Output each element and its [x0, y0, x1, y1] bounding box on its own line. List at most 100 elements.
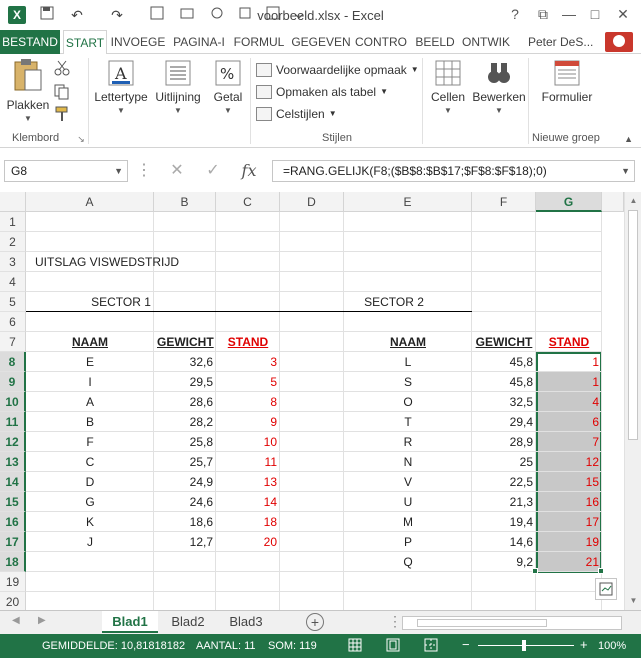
- row-header-16[interactable]: 16: [0, 512, 26, 532]
- row-header-11[interactable]: 11: [0, 412, 26, 432]
- name-box[interactable]: G8 ▼: [4, 160, 128, 182]
- vertical-scrollbar[interactable]: ▲ ▼: [624, 192, 641, 610]
- cell-stand[interactable]: 1: [536, 372, 602, 392]
- cut-icon[interactable]: [54, 60, 70, 79]
- cell-naam[interactable]: Q: [344, 552, 472, 572]
- cell-naam[interactable]: F: [26, 432, 154, 452]
- minimize-icon[interactable]: —: [558, 4, 580, 24]
- page-break-view-icon[interactable]: [424, 638, 438, 655]
- cell-stand[interactable]: 12: [536, 452, 602, 472]
- cell-gewicht[interactable]: 28,2: [154, 412, 216, 432]
- formula-input[interactable]: =RANG.GELIJK(F8;($B$8:$B$17;$F$8:$F$18);…: [272, 160, 635, 182]
- cell-naam[interactable]: T: [344, 412, 472, 432]
- number-button[interactable]: % Getal ▼: [208, 60, 248, 115]
- cell-stand[interactable]: 14: [216, 492, 280, 512]
- tab-page-layout[interactable]: PAGINA-I: [169, 30, 229, 54]
- column-header-b[interactable]: B: [154, 192, 216, 212]
- row-header-9[interactable]: 9: [0, 372, 26, 392]
- cell-gewicht[interactable]: 28,9: [472, 432, 536, 452]
- cell-gewicht[interactable]: 45,8: [472, 352, 536, 372]
- sheet-prev-icon[interactable]: ◀: [12, 615, 20, 626]
- scroll-up-icon[interactable]: ▲: [625, 196, 641, 205]
- column-header-d[interactable]: D: [280, 192, 344, 212]
- cell-stand[interactable]: 17: [536, 512, 602, 532]
- row-header-4[interactable]: 4: [0, 272, 26, 292]
- zoom-out-button[interactable]: −: [462, 637, 470, 652]
- cell-gewicht[interactable]: 25: [472, 452, 536, 472]
- tab-view[interactable]: BEELD: [413, 30, 457, 54]
- cell-stand[interactable]: 10: [216, 432, 280, 452]
- cell-naam[interactable]: S: [344, 372, 472, 392]
- cell-gewicht[interactable]: 14,6: [472, 532, 536, 552]
- fill-handle[interactable]: [532, 568, 538, 574]
- cell-naam[interactable]: O: [344, 392, 472, 412]
- sheet-next-icon[interactable]: ▶: [38, 615, 46, 626]
- zoom-slider-knob[interactable]: [522, 640, 526, 651]
- cell-gewicht[interactable]: 25,7: [154, 452, 216, 472]
- cell-stand[interactable]: 1: [536, 352, 602, 372]
- cell-gewicht[interactable]: 18,6: [154, 512, 216, 532]
- cell-naam[interactable]: V: [344, 472, 472, 492]
- tab-review[interactable]: CONTRO: [353, 30, 409, 54]
- chevron-down-icon[interactable]: ▼: [114, 161, 123, 181]
- cell-stand[interactable]: 19: [536, 532, 602, 552]
- page-layout-view-icon[interactable]: [386, 638, 400, 655]
- cancel-formula-button[interactable]: ✕: [164, 160, 190, 182]
- cell-gewicht[interactable]: 21,3: [472, 492, 536, 512]
- select-all-button[interactable]: [0, 192, 26, 212]
- cell-gewicht[interactable]: 24,9: [154, 472, 216, 492]
- cell-naam[interactable]: U: [344, 492, 472, 512]
- tab-split-icon[interactable]: ⋮: [388, 613, 402, 630]
- enter-formula-button[interactable]: ✓: [200, 160, 226, 182]
- editing-button[interactable]: Bewerken ▼: [472, 60, 526, 115]
- cell-stand[interactable]: 5: [216, 372, 280, 392]
- paste-button[interactable]: Plakken ▼: [6, 58, 50, 123]
- cell-naam[interactable]: D: [26, 472, 154, 492]
- cell-stand[interactable]: 21: [536, 552, 602, 572]
- tab-formulas[interactable]: FORMUL: [231, 30, 287, 54]
- tab-start[interactable]: START: [63, 30, 107, 55]
- cell-naam[interactable]: I: [26, 372, 154, 392]
- horizontal-scrollbar[interactable]: [402, 616, 622, 630]
- close-icon[interactable]: ✕: [612, 4, 634, 24]
- column-header-h[interactable]: [602, 192, 624, 212]
- copy-icon[interactable]: [54, 84, 70, 103]
- sector2-label[interactable]: SECTOR 2: [304, 292, 484, 312]
- cell-stand[interactable]: 20: [216, 532, 280, 552]
- cell-gewicht[interactable]: 25,8: [154, 432, 216, 452]
- expand-formula-icon[interactable]: ▼: [621, 161, 630, 181]
- cell-stand[interactable]: 6: [536, 412, 602, 432]
- cell-gewicht[interactable]: 29,4: [472, 412, 536, 432]
- cell-naam[interactable]: B: [26, 412, 154, 432]
- tab-insert[interactable]: INVOEGE: [109, 30, 167, 54]
- column-header-f[interactable]: F: [472, 192, 536, 212]
- cell-gewicht[interactable]: 32,6: [154, 352, 216, 372]
- column-header-c[interactable]: C: [216, 192, 280, 212]
- cell-naam[interactable]: K: [26, 512, 154, 532]
- zoom-slider[interactable]: [478, 645, 574, 646]
- cell-stand[interactable]: 4: [536, 392, 602, 412]
- cell-gewicht[interactable]: 29,5: [154, 372, 216, 392]
- row-header-5[interactable]: 5: [0, 292, 26, 312]
- cell-stand[interactable]: 9: [216, 412, 280, 432]
- header-stand-sector1[interactable]: STAND: [216, 332, 280, 352]
- format-as-table-button[interactable]: Opmaken als tabel ▼: [256, 82, 388, 102]
- sheet-title[interactable]: UITSLAG VISWEDSTRIJD: [32, 252, 232, 272]
- cell-stand[interactable]: 13: [216, 472, 280, 492]
- sheet-tab-blad2[interactable]: Blad2: [160, 611, 216, 633]
- cell-stand[interactable]: 11: [216, 452, 280, 472]
- header-gewicht-sector2[interactable]: GEWICHT: [472, 332, 536, 352]
- header-gewicht-sector1[interactable]: GEWICHT: [154, 332, 216, 352]
- form-button[interactable]: Formulier: [536, 60, 598, 104]
- help-icon[interactable]: ?: [504, 4, 526, 24]
- row-header-20[interactable]: 20: [0, 592, 26, 610]
- cell-gewicht[interactable]: 22,5: [472, 472, 536, 492]
- formula-bar-grip-icon[interactable]: ⋮: [136, 160, 152, 182]
- cell-stand[interactable]: 16: [536, 492, 602, 512]
- maximize-icon[interactable]: □: [584, 4, 606, 24]
- cell-gewicht[interactable]: 12,7: [154, 532, 216, 552]
- ribbon-display-icon[interactable]: ⧉: [532, 4, 554, 24]
- cell-stand[interactable]: 15: [536, 472, 602, 492]
- row-header-8[interactable]: 8: [0, 352, 26, 372]
- cell-stand[interactable]: 7: [536, 432, 602, 452]
